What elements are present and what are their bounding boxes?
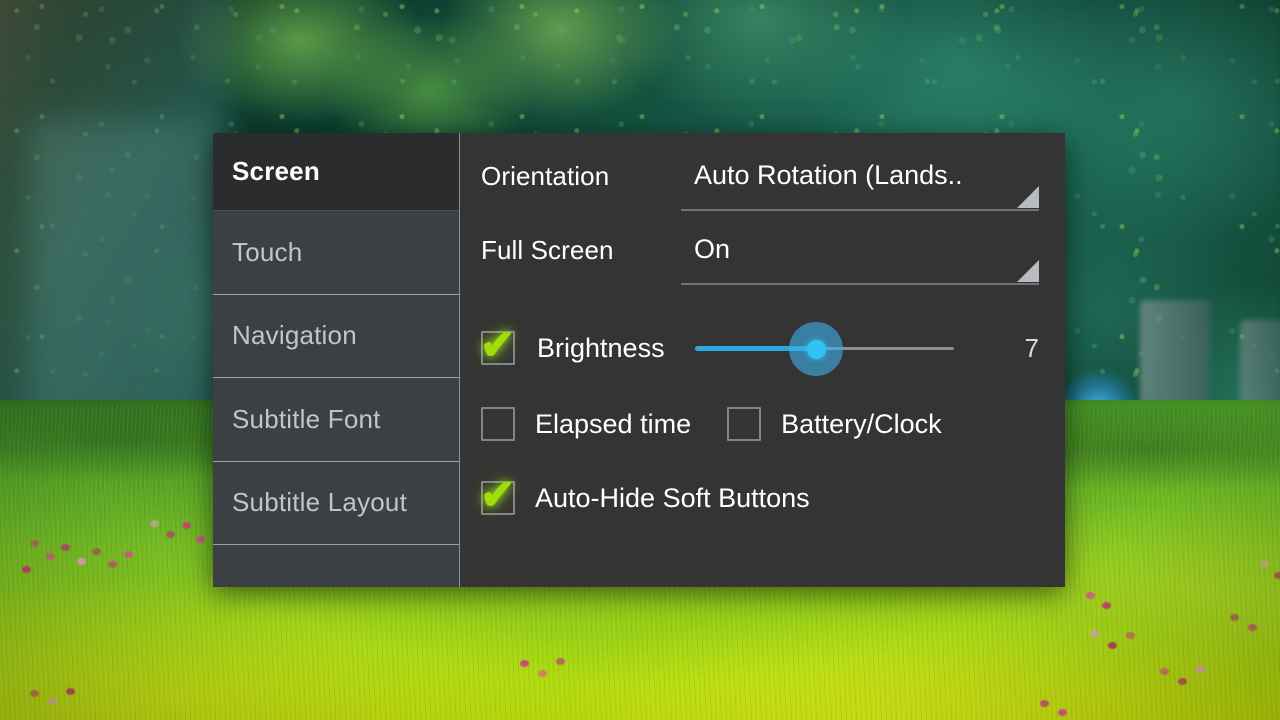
- sidebar-item-touch[interactable]: Touch: [213, 211, 459, 295]
- orientation-row: Orientation Auto Rotation (Lands..: [481, 155, 1039, 229]
- checkmark-icon: ✔: [480, 471, 516, 518]
- slider-thumb[interactable]: [806, 340, 826, 359]
- brightness-label: Brightness: [537, 332, 665, 363]
- sidebar-item-screen[interactable]: Screen: [213, 133, 459, 211]
- battery-clock-checkbox[interactable]: [727, 407, 762, 441]
- player-settings-dialog: Screen Touch Navigation Subtitle Font Su…: [213, 133, 1065, 587]
- elapsed-time-label: Elapsed time: [535, 408, 692, 439]
- sidebar-item-label: Touch: [232, 236, 303, 267]
- auto-hide-option[interactable]: ✔ Auto-Hide Soft Buttons: [480, 474, 810, 516]
- auto-hide-label: Auto-Hide Soft Buttons: [535, 482, 810, 513]
- brightness-value: 7: [1024, 332, 1039, 363]
- settings-content-pane: Orientation Auto Rotation (Lands.. Full …: [460, 133, 1065, 587]
- brightness-checkbox[interactable]: ✔: [480, 324, 515, 366]
- spinner-triangle-icon: [1017, 186, 1039, 208]
- battery-clock-option[interactable]: Battery/Clock: [727, 407, 942, 441]
- sidebar-item-subtitle-font[interactable]: Subtitle Font: [213, 378, 459, 462]
- fullscreen-row: Full Screen On: [481, 229, 1039, 303]
- battery-clock-label: Battery/Clock: [781, 408, 942, 439]
- orientation-value: Auto Rotation (Lands..: [694, 160, 963, 190]
- sidebar-item-label: Subtitle Layout: [232, 487, 408, 518]
- sidebar-item-label: Subtitle Font: [232, 403, 381, 434]
- sidebar-item-label: Navigation: [232, 320, 357, 351]
- sidebar-item-partial[interactable]: [213, 545, 459, 585]
- auto-hide-row: ✔ Auto-Hide Soft Buttons: [480, 461, 1039, 535]
- checkmark-icon: ✔: [480, 321, 516, 368]
- fullscreen-spinner[interactable]: On: [681, 229, 1039, 285]
- fullscreen-value: On: [694, 234, 731, 264]
- auto-hide-checkbox[interactable]: ✔: [480, 474, 515, 516]
- spinner-triangle-icon: [1017, 260, 1039, 282]
- brightness-slider[interactable]: [694, 319, 999, 377]
- status-display-row: Elapsed time Battery/Clock: [481, 387, 1039, 461]
- settings-category-sidebar: Screen Touch Navigation Subtitle Font Su…: [213, 133, 460, 587]
- orientation-label: Orientation: [481, 161, 610, 191]
- sidebar-item-label: Screen: [232, 156, 320, 186]
- elapsed-time-option[interactable]: Elapsed time: [481, 407, 691, 441]
- orientation-spinner[interactable]: Auto Rotation (Lands..: [681, 155, 1039, 211]
- sidebar-item-navigation[interactable]: Navigation: [213, 294, 459, 378]
- sidebar-item-subtitle-layout[interactable]: Subtitle Layout: [213, 461, 459, 545]
- elapsed-time-checkbox[interactable]: [481, 407, 515, 441]
- fullscreen-label: Full Screen: [481, 235, 614, 265]
- brightness-row: ✔ Brightness 7: [480, 309, 1039, 387]
